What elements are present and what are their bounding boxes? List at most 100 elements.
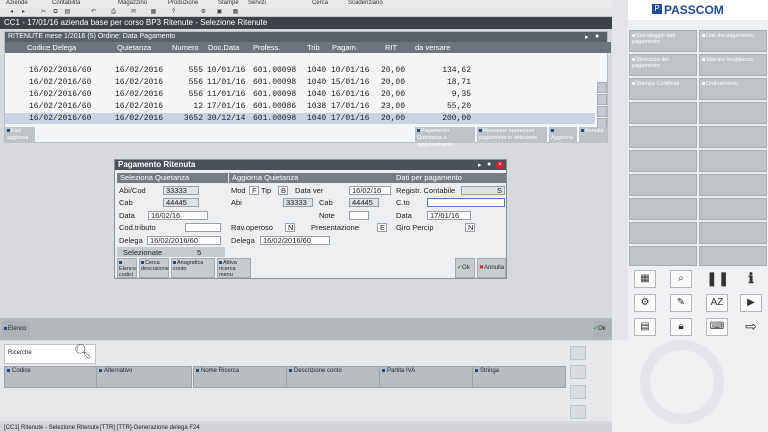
empty-right-button-2[interactable] (699, 102, 767, 124)
empty-right-button-5[interactable] (629, 150, 697, 172)
col-doc-data[interactable]: Doc.Data (207, 42, 252, 53)
edit-document-icon[interactable]: ✎ (670, 294, 692, 312)
close-icon[interactable]: ● (595, 33, 599, 40)
document-search-icon[interactable]: ⌕ (670, 270, 692, 288)
forward-icon[interactable]: ▸ (20, 9, 27, 16)
bottom-ok-button[interactable]: ✔Ok (593, 321, 611, 337)
paste-icon[interactable]: ▤ (64, 9, 71, 16)
stampa-certificati-button[interactable]: Stampa Certificati (629, 78, 697, 100)
scroll-up-button[interactable] (597, 82, 607, 93)
print-icon[interactable]: ⎙ (110, 9, 117, 16)
menu-item-cerca[interactable]: Cerca (312, 0, 328, 6)
esci-aggiorna-button[interactable]: Esci aggiorna (5, 127, 35, 143)
minimize-icon[interactable]: ● (487, 161, 491, 168)
stampa-brogliaccio-button[interactable]: Stampa brogliaccio (699, 54, 767, 76)
data3-field[interactable]: 17/01/16 (427, 211, 471, 220)
tip-field[interactable]: B (278, 186, 288, 195)
back-icon[interactable]: ◂ (8, 9, 15, 16)
menu-item-stampe[interactable]: Stampe (218, 0, 239, 6)
empty-right-button-14[interactable] (699, 246, 767, 266)
delega-field[interactable]: 16/02/2016/60 (147, 236, 221, 245)
pin-icon[interactable]: ▸ (585, 33, 589, 41)
revisione-operazioni-button[interactable]: Revisione operazioni pagamento in selezi… (477, 127, 547, 143)
keyboard-icon[interactable]: ⌨ (706, 318, 728, 336)
abicod-field[interactable]: 33333 (163, 186, 199, 195)
search-alternativo-button[interactable]: Alternativo (96, 366, 192, 388)
nav-next-button[interactable] (570, 385, 586, 399)
empty-right-button-8[interactable] (699, 174, 767, 196)
cab-field[interactable]: 44445 (163, 198, 199, 207)
table-row[interactable]: 16/02/2016/60 16/02/2016 3652 30/12/14 601.0… (5, 113, 595, 124)
data-field[interactable]: 16/02/16 (148, 211, 208, 220)
info-icon[interactable]: ℹ (740, 270, 762, 288)
pause-icon[interactable]: ❚❚ (706, 270, 729, 288)
search-nome-ricerca-button[interactable]: Nome Ricerca (193, 366, 287, 388)
annulla-dialog-button[interactable]: ✖Annulla (477, 258, 506, 278)
close-icon[interactable]: × (496, 161, 504, 169)
cab2-field[interactable]: 44445 (349, 198, 379, 207)
empty-right-button-13[interactable] (629, 246, 697, 266)
search-codice-button[interactable]: Codice (4, 366, 98, 388)
cerca-descrizione-button[interactable]: Cerca descrizione (139, 258, 169, 278)
empty-right-button-4[interactable] (699, 126, 767, 148)
table-row[interactable]: 16/02/2016/60 16/02/2016 12 17/01/16 601.000… (5, 101, 595, 112)
empty-right-button-6[interactable] (699, 150, 767, 172)
storicizza-button[interactable]: Storicizza del pagamento (629, 54, 697, 76)
col-profess[interactable]: Profess. (251, 42, 307, 53)
menu-item-aziende[interactable]: Aziende (6, 0, 28, 6)
delega2-field[interactable]: 16/02/2016/60 (260, 236, 330, 245)
lock-document-icon[interactable]: 🔒︎ (670, 318, 692, 336)
col-numero[interactable]: Numero (169, 42, 210, 53)
report-icon[interactable]: ▤ (634, 318, 656, 336)
pagamento-quietanza-button[interactable]: Pagamento Quietanza e aggiornamento (415, 127, 475, 148)
menu-item-servizi[interactable]: Servizi (248, 0, 266, 6)
calc-icon[interactable]: ▦ (150, 9, 157, 16)
cut-icon[interactable]: ✂ (40, 9, 47, 16)
abi-field[interactable]: 33333 (283, 198, 313, 207)
video-icon[interactable]: ▶ (740, 294, 762, 312)
pin-icon[interactable]: ▸ (478, 161, 482, 169)
menu-item-magazzino[interactable]: Magazzino (118, 0, 147, 6)
nav-prev-button[interactable] (570, 365, 586, 379)
empty-right-button-9[interactable] (629, 198, 697, 220)
dati-pagamento-button[interactable]: Dati del pagamento (699, 30, 767, 52)
data-ver-field[interactable]: 16/02/16 (349, 186, 391, 195)
search-partita-iva-button[interactable]: Partita IVA (379, 366, 473, 388)
elenco-button[interactable]: Elenco (2, 321, 30, 337)
cto-field[interactable] (427, 198, 505, 207)
mail-icon[interactable]: ✉ (130, 9, 137, 16)
tool-icon[interactable]: ⚙ (200, 9, 207, 16)
grid-icon[interactable]: ▦ (232, 9, 239, 16)
col-pagam[interactable]: Pagam. (329, 42, 382, 53)
empty-right-button-7[interactable] (629, 174, 697, 196)
copy-icon[interactable]: ⧉ (52, 9, 59, 16)
empty-right-button-1[interactable] (629, 102, 697, 124)
help-icon[interactable]: ? (170, 9, 177, 16)
scroll-page-up-button[interactable] (597, 94, 607, 105)
calculator-icon[interactable]: ▦ (634, 270, 656, 288)
empty-right-button-12[interactable] (699, 222, 767, 244)
giro-percip-field[interactable]: N (465, 223, 475, 232)
undo-icon[interactable]: ↶ (90, 9, 97, 16)
search-descrizione-conto-button[interactable]: Descrizione conto (286, 366, 380, 388)
aggiorna-button[interactable]: Aggiorna (549, 127, 577, 143)
col-da-versare[interactable]: da versare (411, 42, 611, 53)
rav-operoso-field[interactable]: N (285, 223, 295, 232)
table-row[interactable]: 16/02/2016/60 16/02/2016 555 10/01/16 601.00… (5, 65, 595, 76)
elenco-codici-button[interactable]: Elenco codici (117, 258, 137, 278)
salvataggio-button[interactable]: Salvataggio dati pagamento (629, 30, 697, 52)
menu-item-contabilita[interactable]: Contabilità (52, 0, 80, 6)
menu-item-scadenziario[interactable]: Scadenziario (348, 0, 383, 6)
nav-up-button[interactable] (570, 346, 586, 360)
attiva-ricerca-menu-button[interactable]: Attiva ricerca menu (217, 258, 251, 278)
table-row[interactable]: 16/02/2016/60 16/02/2016 556 11/01/16 601.00… (5, 89, 595, 100)
search-stringa-button[interactable]: Stringa (472, 366, 566, 388)
empty-right-button-3[interactable] (629, 126, 697, 148)
ordinamento-button[interactable]: Ordinamento (699, 78, 767, 100)
settings-icon[interactable]: ⚙ (634, 294, 656, 312)
presentazione-field[interactable]: E (377, 223, 387, 232)
cod-tributo-field[interactable] (185, 223, 221, 232)
ok-button[interactable]: ✔Ok (455, 258, 475, 278)
scroll-page-down-button[interactable] (597, 106, 607, 117)
col-trib[interactable]: Trib (305, 42, 331, 53)
